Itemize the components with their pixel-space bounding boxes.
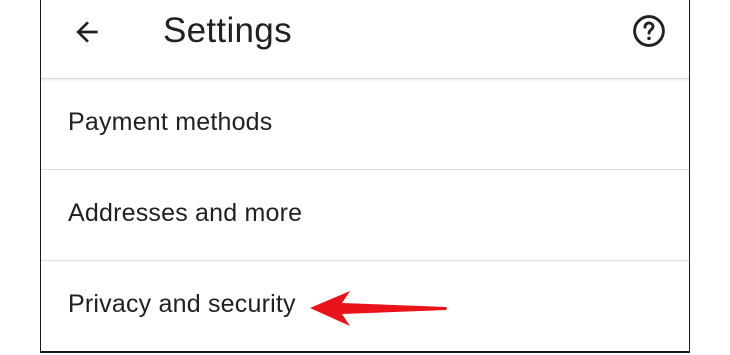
arrow-left-icon <box>71 16 103 53</box>
help-button[interactable] <box>630 14 668 52</box>
red-arrow-annotation <box>310 291 447 326</box>
settings-item-addresses[interactable]: Addresses and more <box>41 170 689 261</box>
settings-item-label: Privacy and security <box>68 290 296 318</box>
app-bar: Settings <box>41 0 689 79</box>
settings-item-payment-methods[interactable]: Payment methods <box>41 79 689 170</box>
help-circle-icon <box>631 13 667 54</box>
back-button[interactable] <box>69 16 105 52</box>
settings-item-label: Payment methods <box>68 108 273 136</box>
settings-item-label: Addresses and more <box>68 199 303 227</box>
page-title: Settings <box>163 11 292 50</box>
